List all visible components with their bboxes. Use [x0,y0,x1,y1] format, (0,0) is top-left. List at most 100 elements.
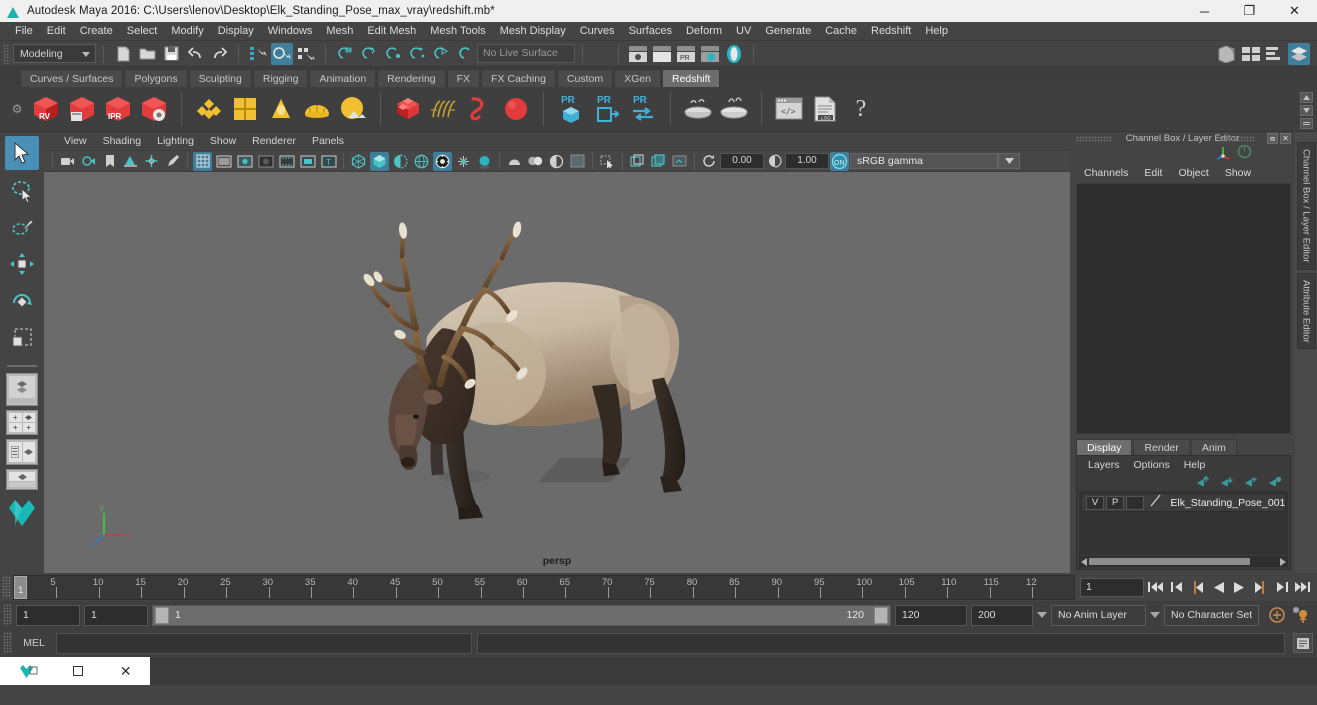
viewport-menu-renderer[interactable]: Renderer [244,132,304,150]
camera-attributes-icon[interactable] [79,152,98,171]
character-set-dropdown-icon[interactable] [1150,612,1160,618]
shelf-tab-polygons[interactable]: Polygons [124,69,188,87]
shelf-tab-rigging[interactable]: Rigging [252,69,309,87]
close-button[interactable]: ✕ [1272,0,1317,22]
show-channel-box-toggle-icon[interactable] [1264,43,1286,65]
xray-joints-icon[interactable] [526,152,545,171]
menu-uv[interactable]: UV [729,22,758,41]
layer-list[interactable]: V P Elk_Standing_Pose_001_ [1079,491,1288,555]
menu-mesh-display[interactable]: Mesh Display [493,22,573,41]
gamma-reset-icon[interactable] [765,152,784,171]
step-back-frame-icon[interactable] [1188,577,1207,597]
range-end-field[interactable]: 120 [895,604,967,626]
menu-redshift[interactable]: Redshift [864,22,918,41]
redshift-sphere-button[interactable] [499,91,533,127]
undo-icon[interactable] [184,43,206,65]
menu-modify[interactable]: Modify [164,22,210,41]
viewport-image-sequence-icon[interactable] [649,152,668,171]
shelf-scroll-up-icon[interactable] [1300,92,1313,103]
viewport-menu-lighting[interactable]: Lighting [149,132,202,150]
menu-set-selector[interactable]: Modeling [13,44,96,63]
live-surface-field[interactable]: No Live Surface [477,44,575,63]
menu-select[interactable]: Select [120,22,165,41]
scroll-left-icon[interactable] [1081,553,1087,571]
lasso-select-tool[interactable] [5,173,39,207]
gate-mask-icon[interactable] [256,152,275,171]
step-forward-frame-icon[interactable] [1251,577,1270,597]
redshift-hair-button[interactable] [427,91,461,127]
edit-menu[interactable]: Edit [1136,167,1170,179]
menu-windows[interactable]: Windows [261,22,320,41]
viewport-menu-panels[interactable]: Panels [304,132,352,150]
safe-action-icon[interactable] [298,152,317,171]
new-layer-icon[interactable] [1243,473,1258,491]
two-d-pan-zoom-icon[interactable] [142,152,161,171]
image-plane-icon[interactable] [121,152,140,171]
play-backwards-icon[interactable] [1209,577,1228,597]
redshift-help-button[interactable]: ? [844,91,878,127]
move-layer-up-icon[interactable] [1195,473,1210,491]
redshift-material-button[interactable] [192,91,226,127]
viewport-menu-view[interactable]: View [56,132,95,150]
shelf-scroll-down-icon[interactable] [1300,105,1313,116]
statusline-grip[interactable] [3,43,10,64]
time-cursor[interactable]: 1 [14,575,27,599]
select-by-component-icon[interactable] [295,43,317,65]
redshift-dome-light-button[interactable] [300,91,334,127]
help-menu[interactable]: Help [1177,459,1213,471]
shelf-tab-fx-caching[interactable]: FX Caching [481,69,556,87]
viewport-snapshot-icon[interactable] [628,152,647,171]
select-by-hierarchy-icon[interactable] [247,43,269,65]
shelf-options-gear-icon[interactable]: ⚙ [6,102,28,116]
anim-end-field[interactable]: 200 [971,604,1033,626]
use-all-lights-icon[interactable] [433,151,452,171]
snap-to-curve-icon[interactable] [358,43,380,65]
layer-color-swatch-icon[interactable] [1149,493,1162,513]
toggle-hypershade-icon[interactable] [723,43,745,65]
redshift-pr-transfer-button[interactable]: PR [626,91,660,127]
film-origin-icon[interactable] [277,152,296,171]
shelf-menu-icon[interactable] [1300,118,1313,129]
manipulator-axis-icon[interactable] [1215,144,1231,165]
menu-display[interactable]: Display [211,22,261,41]
snap-to-view-plane-icon[interactable] [430,43,452,65]
gamma-field[interactable]: 1.00 [785,153,829,169]
menu-surfaces[interactable]: Surfaces [622,22,679,41]
tab-render[interactable]: Render [1133,439,1190,455]
ambient-occlusion-icon[interactable] [475,152,494,171]
select-by-object-icon[interactable] [271,42,293,65]
layer-name[interactable]: Elk_Standing_Pose_001_ [1170,497,1285,509]
restore-window-icon[interactable] [73,666,84,676]
wireframe-icon[interactable] [349,152,368,171]
menu-mesh[interactable]: Mesh [319,22,360,41]
viewport-3d-area[interactable]: y x z persp [44,172,1070,573]
anim-layer-dropdown-icon[interactable] [1037,612,1047,618]
redo-icon[interactable] [208,43,230,65]
scroll-right-icon[interactable] [1280,553,1286,571]
snap-to-grid-icon[interactable] [334,43,356,65]
move-tool[interactable] [5,247,39,281]
shaded-wireframe-icon[interactable] [391,152,410,171]
shelf-tab-rendering[interactable]: Rendering [377,69,446,87]
shelf-tab-xgen[interactable]: XGen [614,69,661,87]
go-to-start-icon[interactable] [1146,577,1165,597]
range-bar[interactable]: 1 120 [152,604,891,626]
color-management-toggle-icon[interactable]: ON [830,151,849,171]
rotate-tool[interactable] [5,284,39,318]
make-live-icon[interactable] [454,43,476,65]
redshift-curve-button[interactable] [463,91,497,127]
viewport-render-region-icon[interactable] [670,152,689,171]
show-attribute-editor-icon[interactable] [1216,43,1238,65]
hypershade-persp-layout-button[interactable] [6,469,38,490]
exposure-reset-icon[interactable] [700,152,719,171]
film-gate-icon[interactable] [214,152,233,171]
shelf-tab-curves-surfaces[interactable]: Curves / Surfaces [20,69,124,87]
layer-shading-toggle[interactable] [1126,495,1145,510]
go-to-end-icon[interactable] [1293,577,1312,597]
redshift-script-editor-button[interactable]: </> [772,91,806,127]
minimize-button[interactable]: ─ [1182,0,1227,22]
channels-menu[interactable]: Channels [1076,167,1136,179]
menu-generate[interactable]: Generate [758,22,818,41]
script-editor-icon[interactable] [1293,633,1313,653]
layer-visibility-toggle[interactable]: V [1086,495,1105,510]
